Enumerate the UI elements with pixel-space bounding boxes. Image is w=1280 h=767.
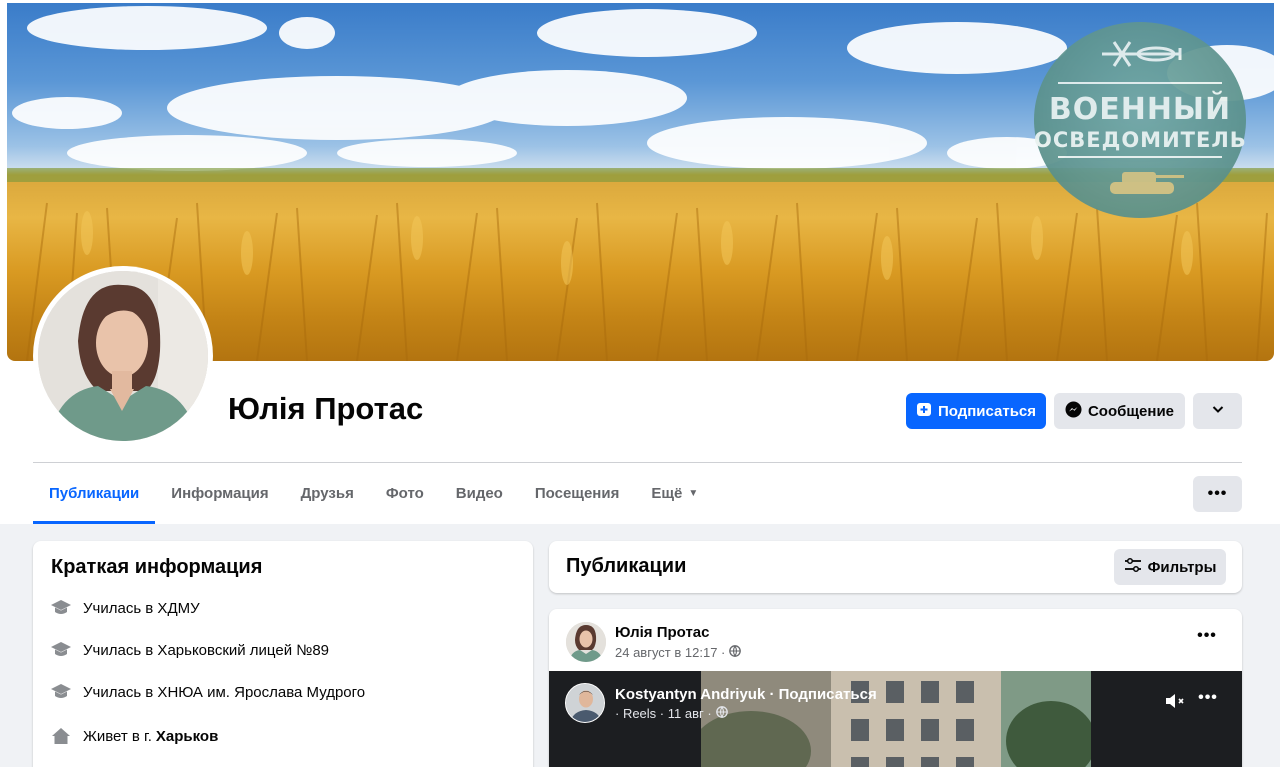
intro-place-link[interactable]: Харьков — [156, 728, 218, 745]
reel-author-avatar[interactable] — [565, 683, 605, 723]
post-author-avatar[interactable] — [566, 622, 606, 662]
intro-item: Училась в ХДМУ — [49, 596, 200, 620]
tab-more[interactable]: Ещё ▼ — [635, 463, 714, 524]
graduation-cap-icon — [49, 638, 73, 662]
tab-label: Видео — [455, 485, 503, 502]
tab-label: Информация — [171, 485, 269, 502]
subscribe-button[interactable]: Подписаться — [906, 393, 1046, 429]
intro-item: Живет в г. Харьков — [49, 724, 218, 748]
profile-photo — [38, 271, 208, 441]
intro-item-text: Училась в ХНЮА им. Ярослава Мудрого — [83, 683, 366, 701]
profile-avatar[interactable] — [38, 271, 208, 441]
post-meta: 24 август в 12:17 · — [615, 645, 742, 660]
watermark-badge-logo: ВОЕННЫЙ ОСВЕДОМИТЕЛЬ — [1034, 22, 1246, 218]
more-dots-icon: ••• — [1207, 485, 1228, 502]
tab-checkins[interactable]: Посещения — [519, 463, 635, 524]
posts-header-card: Публикации Фильтры — [549, 541, 1242, 593]
caret-down-icon: ▼ — [688, 488, 699, 499]
post-author-name[interactable]: Юлія Протас — [615, 624, 709, 641]
intro-card: Краткая информация Училась в ХДМУ Училас… — [33, 541, 533, 767]
graduation-cap-icon — [49, 680, 73, 704]
mute-icon[interactable] — [1163, 689, 1187, 713]
message-label: Сообщение — [1087, 402, 1175, 420]
intro-item: Училась в Харьковский лицей №89 — [49, 638, 329, 662]
intro-item-text: Живет в г. — [83, 727, 152, 745]
profile-name: Юлія Протас — [228, 391, 424, 426]
tank-icon — [1110, 172, 1184, 194]
reel-more-options-button[interactable]: ••• — [1193, 689, 1223, 707]
filters-button[interactable]: Фильтры — [1114, 549, 1226, 585]
tab-label: Друзья — [300, 485, 354, 502]
subscribe-label: Подписаться — [937, 402, 1037, 420]
tab-videos[interactable]: Видео — [440, 463, 519, 524]
post-date[interactable]: 24 август в 12:17 · — [615, 645, 725, 660]
shared-reel[interactable]: Kostyantyn Andriyuk · Подписаться · Reel… — [549, 671, 1242, 767]
home-icon — [49, 724, 73, 748]
chevron-down-icon — [1211, 402, 1225, 420]
tab-label: Ещё — [651, 485, 683, 502]
tab-photos[interactable]: Фото — [370, 463, 440, 524]
post-more-options-button[interactable]: ••• — [1189, 627, 1225, 651]
globe-icon — [729, 645, 742, 660]
filters-label: Фильтры — [1147, 558, 1217, 576]
post-card: Юлія Протас 24 август в 12:17 · ••• Kost… — [549, 609, 1242, 767]
subscribe-plus-icon — [916, 401, 932, 421]
reel-meta: · Reels · 11 авг · — [615, 706, 728, 721]
reel-author-name[interactable]: Kostyantyn Andriyuk · Подписаться — [615, 686, 877, 703]
intro-title: Краткая информация — [51, 556, 263, 578]
tab-friends[interactable]: Друзья — [285, 463, 370, 524]
filters-icon — [1124, 557, 1142, 577]
intro-item: Училась в ХНЮА им. Ярослава Мудрого — [49, 680, 365, 704]
tab-label: Фото — [385, 485, 424, 502]
messenger-icon — [1065, 401, 1082, 422]
posts-title: Публикации — [566, 555, 687, 577]
intro-item-text: Училась в ХДМУ — [83, 599, 200, 617]
tab-label: Публикации — [49, 485, 140, 502]
tabs-more-options-button[interactable]: ••• — [1193, 476, 1242, 512]
profile-tabs: Публикации Информация Друзья Фото Видео … — [33, 463, 714, 524]
tab-publications[interactable]: Публикации — [33, 463, 156, 524]
globe-icon — [715, 706, 728, 721]
graduation-cap-icon — [49, 596, 73, 620]
tab-information[interactable]: Информация — [155, 463, 284, 524]
reel-meta-text: · Reels · 11 авг · — [615, 706, 712, 721]
intro-item-text: Училась в Харьковский лицей №89 — [83, 641, 330, 659]
profile-options-button[interactable] — [1193, 393, 1242, 429]
message-button[interactable]: Сообщение — [1054, 393, 1185, 429]
tab-label: Посещения — [534, 485, 620, 502]
